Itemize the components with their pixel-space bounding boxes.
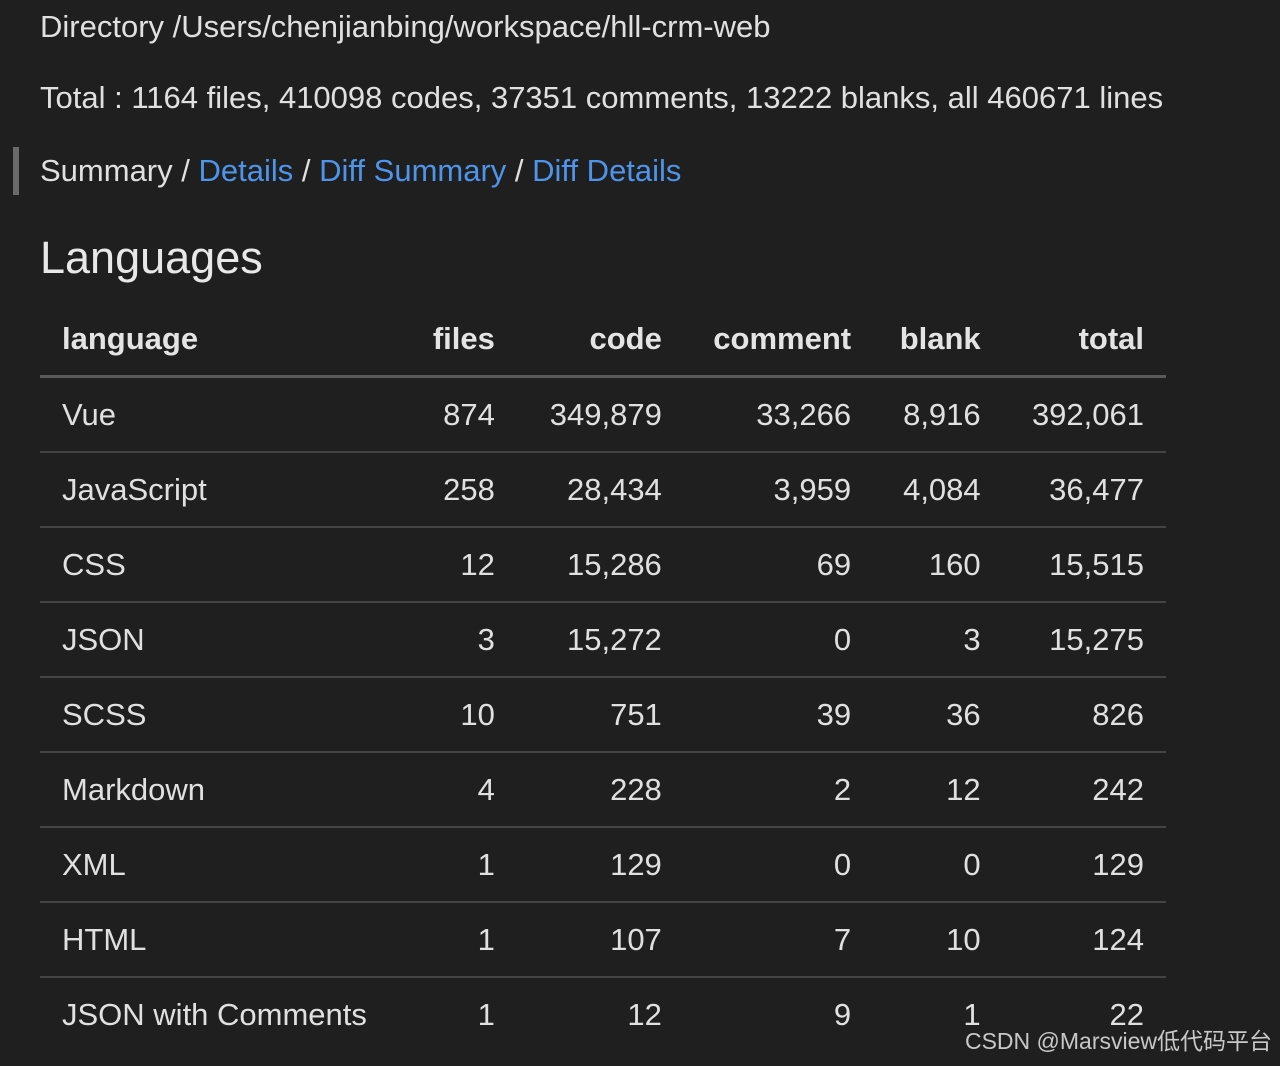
table-row: Markdown 4 228 2 12 242 — [40, 752, 1166, 828]
table-row: SCSS 10 751 39 36 826 — [40, 677, 1166, 753]
cell-language: JSON — [40, 602, 389, 678]
nav-diff-details-link[interactable]: Diff Details — [532, 153, 681, 188]
cell-language: CSS — [40, 527, 389, 603]
table-row: JSON 3 15,272 0 3 15,275 — [40, 602, 1166, 678]
column-header-files: files — [388, 303, 517, 378]
report-nav: Summary / Details / Diff Summary / Diff … — [40, 152, 681, 190]
languages-heading: Languages — [40, 232, 263, 283]
cell-blank: 12 — [873, 752, 1003, 828]
cell-comment: 0 — [683, 602, 874, 678]
cell-blank: 160 — [873, 527, 1003, 603]
cell-language: JSON with Comments — [62, 996, 367, 1032]
table-header-row: language files code comment blank total — [40, 303, 1166, 378]
cell-blank: 36 — [873, 677, 1003, 753]
cell-language: JavaScript — [40, 452, 389, 528]
cell-blank: 0 — [873, 827, 1003, 903]
cell-comment: 0 — [683, 827, 874, 903]
nav-details-link[interactable]: Details — [198, 153, 293, 188]
cell-files: 1 — [388, 827, 517, 903]
cell-total: 15,275 — [1002, 602, 1166, 678]
cell-files: 874 — [388, 376, 517, 453]
nav-summary-current: Summary — [40, 153, 173, 188]
languages-table: language files code comment blank total … — [40, 303, 1166, 1051]
cell-files: 3 — [388, 602, 517, 678]
column-header-total: total — [1002, 303, 1166, 378]
table-row: Vue 874 349,879 33,266 8,916 392,061 — [40, 376, 1166, 453]
cell-total: 124 — [1002, 902, 1166, 978]
column-header-code: code — [516, 303, 684, 378]
cell-total: 826 — [1002, 677, 1166, 753]
table-row: HTML 1 107 7 10 124 — [40, 902, 1166, 978]
column-header-blank: blank — [873, 303, 1003, 378]
nav-separator: / — [172, 153, 199, 188]
cell-comment: 39 — [683, 677, 874, 753]
total-summary: Total : 1164 files, 410098 codes, 37351 … — [40, 80, 1164, 115]
table-row: JavaScript 258 28,434 3,959 4,084 36,477 — [40, 452, 1166, 528]
cell-language: HTML — [40, 902, 389, 978]
column-header-comment: comment — [683, 303, 874, 378]
nav-separator: / — [293, 153, 320, 188]
cell-comment: 69 — [683, 527, 874, 603]
cell-language: XML — [40, 827, 389, 903]
cell-code: 349,879 — [516, 376, 684, 453]
cell-total: 392,061 — [1002, 376, 1166, 453]
summary-indicator-bar — [13, 147, 19, 195]
cell-total: 129 — [1002, 827, 1166, 903]
cell-comment: 3,959 — [683, 452, 874, 528]
table-row: XML 1 129 0 0 129 — [40, 827, 1166, 903]
cell-total: 36,477 — [1002, 452, 1166, 528]
cell-comment: 33,266 — [683, 376, 874, 453]
cell-total: 15,515 — [1002, 527, 1166, 603]
cell-code: 15,286 — [516, 527, 684, 603]
table-row: CSS 12 15,286 69 160 15,515 — [40, 527, 1166, 603]
cell-code: 15,272 — [516, 602, 684, 678]
cell-blank: 10 — [873, 902, 1003, 978]
cell-language: SCSS — [40, 677, 389, 753]
cell-blank: 4,084 — [873, 452, 1003, 528]
cell-code: 129 — [516, 827, 684, 903]
cell-files: 12 — [388, 527, 517, 603]
cell-code: 12 — [627, 996, 662, 1032]
cell-language: Vue — [40, 376, 389, 453]
cell-code: 107 — [516, 902, 684, 978]
csdn-watermark: CSDN @Marsview低代码平台 — [964, 1028, 1272, 1054]
cell-files: 4 — [388, 752, 517, 828]
cell-comment: 9 — [833, 996, 852, 1032]
cell-language: Markdown — [40, 752, 389, 828]
cell-files: 1 — [388, 902, 517, 978]
column-header-language: language — [40, 303, 389, 378]
cell-files: 10 — [388, 677, 517, 753]
cell-code: 28,434 — [516, 452, 684, 528]
cell-files: 258 — [388, 452, 517, 528]
cell-files: 1 — [477, 996, 495, 1032]
nav-diff-summary-link[interactable]: Diff Summary — [319, 153, 506, 188]
cell-blank: 3 — [873, 602, 1003, 678]
directory-path: Directory /Users/chenjianbing/workspace/… — [40, 9, 771, 44]
cell-comment: 7 — [683, 902, 874, 978]
cell-total: 242 — [1002, 752, 1166, 828]
nav-separator: / — [506, 153, 533, 188]
cell-comment: 2 — [683, 752, 874, 828]
cell-code: 228 — [516, 752, 684, 828]
cell-code: 751 — [516, 677, 684, 753]
cell-blank: 8,916 — [873, 376, 1003, 453]
